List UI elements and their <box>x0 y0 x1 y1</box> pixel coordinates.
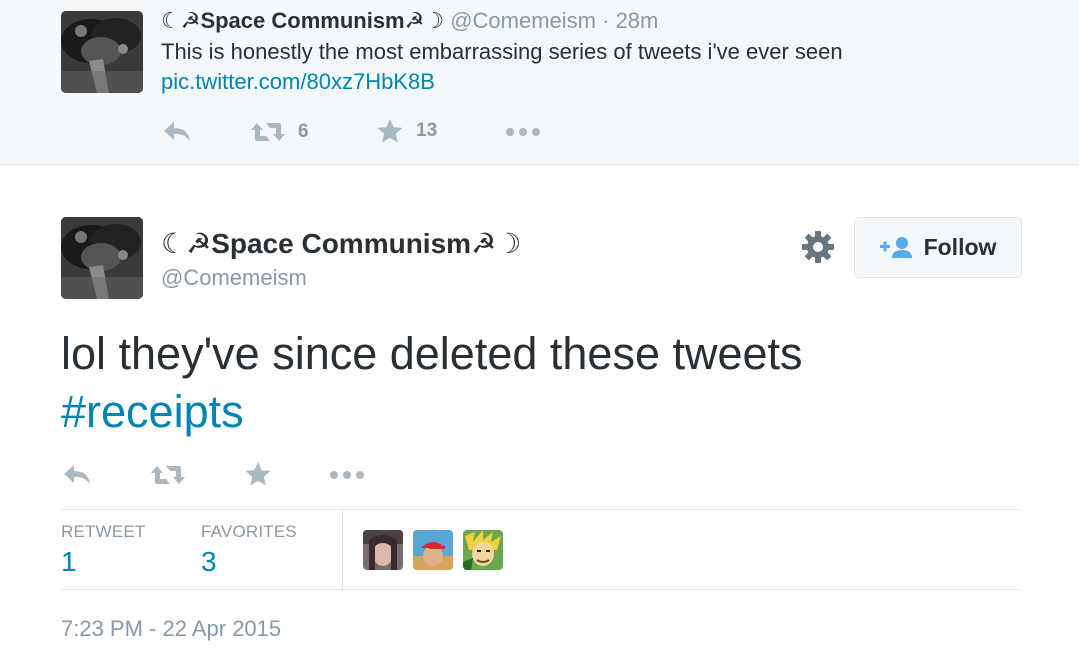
tweet-text: lol they've since deleted these tweets <box>61 328 803 379</box>
tweet-stats: RETWEET 1 FAVORITES 3 <box>61 509 1022 590</box>
more-dots-icon <box>506 128 540 136</box>
favorites-stat-count: 3 <box>201 546 217 577</box>
retweet-icon <box>151 466 185 484</box>
username[interactable]: @Comemeism <box>450 8 596 33</box>
favorite-button[interactable]: 13 <box>376 117 437 145</box>
avatar[interactable] <box>61 11 143 93</box>
user-avatar-1[interactable] <box>363 530 403 570</box>
gear-icon <box>802 231 834 263</box>
favorite-button[interactable] <box>244 460 272 488</box>
more-dots-icon <box>330 471 364 479</box>
parent-tweet[interactable]: ☾☭Space Communism☭☽ @Comemeism · 28m Thi… <box>0 0 1079 165</box>
separator: · <box>602 8 610 33</box>
media-link[interactable]: pic.twitter.com/80xz7HbK8B <box>161 69 435 95</box>
favorite-count: 13 <box>416 120 438 141</box>
follow-button[interactable]: Follow <box>854 217 1022 278</box>
user-avatar-3[interactable] <box>463 530 503 570</box>
follow-label: Follow <box>923 234 997 260</box>
more-button[interactable] <box>505 126 541 138</box>
retweet-button[interactable]: 6 <box>250 119 309 145</box>
retweet-stat-count: 1 <box>61 546 77 577</box>
reply-button[interactable] <box>162 119 192 145</box>
more-button[interactable] <box>329 469 365 481</box>
settings-button[interactable] <box>801 230 835 264</box>
avatar[interactable] <box>61 217 143 299</box>
tweet-header: ☾☭Space Communism☭☽ @Comemeism · 28m <box>161 8 658 34</box>
tweet-time[interactable]: 28m <box>616 8 659 33</box>
retweet-icon <box>251 123 285 141</box>
retweet-stat-label: RETWEET <box>61 522 146 541</box>
stats-divider <box>342 510 343 590</box>
star-icon <box>377 119 403 143</box>
hashtag-link[interactable]: #receipts <box>61 383 244 441</box>
star-icon <box>245 462 271 486</box>
username[interactable]: @Comemeism <box>161 265 307 291</box>
display-name[interactable]: ☾☭Space Communism☭☽ <box>161 227 521 260</box>
display-name[interactable]: ☾☭Space Communism☭☽ <box>161 8 444 33</box>
retweet-stat[interactable]: RETWEET 1 <box>61 522 146 578</box>
add-user-icon <box>879 236 912 258</box>
reply-button[interactable] <box>62 462 92 488</box>
favorites-stat-label: FAVORITES <box>201 522 297 541</box>
tweet-timestamp[interactable]: 7:23 PM - 22 Apr 2015 <box>61 616 281 642</box>
retweet-button[interactable] <box>150 462 186 488</box>
favorites-stat[interactable]: FAVORITES 3 <box>201 522 297 578</box>
tweet-text: This is honestly the most embarrassing s… <box>161 39 843 64</box>
reply-icon <box>164 122 190 141</box>
user-avatar-2[interactable] <box>413 530 453 570</box>
reply-icon <box>64 465 90 484</box>
retweet-count: 6 <box>298 121 309 142</box>
